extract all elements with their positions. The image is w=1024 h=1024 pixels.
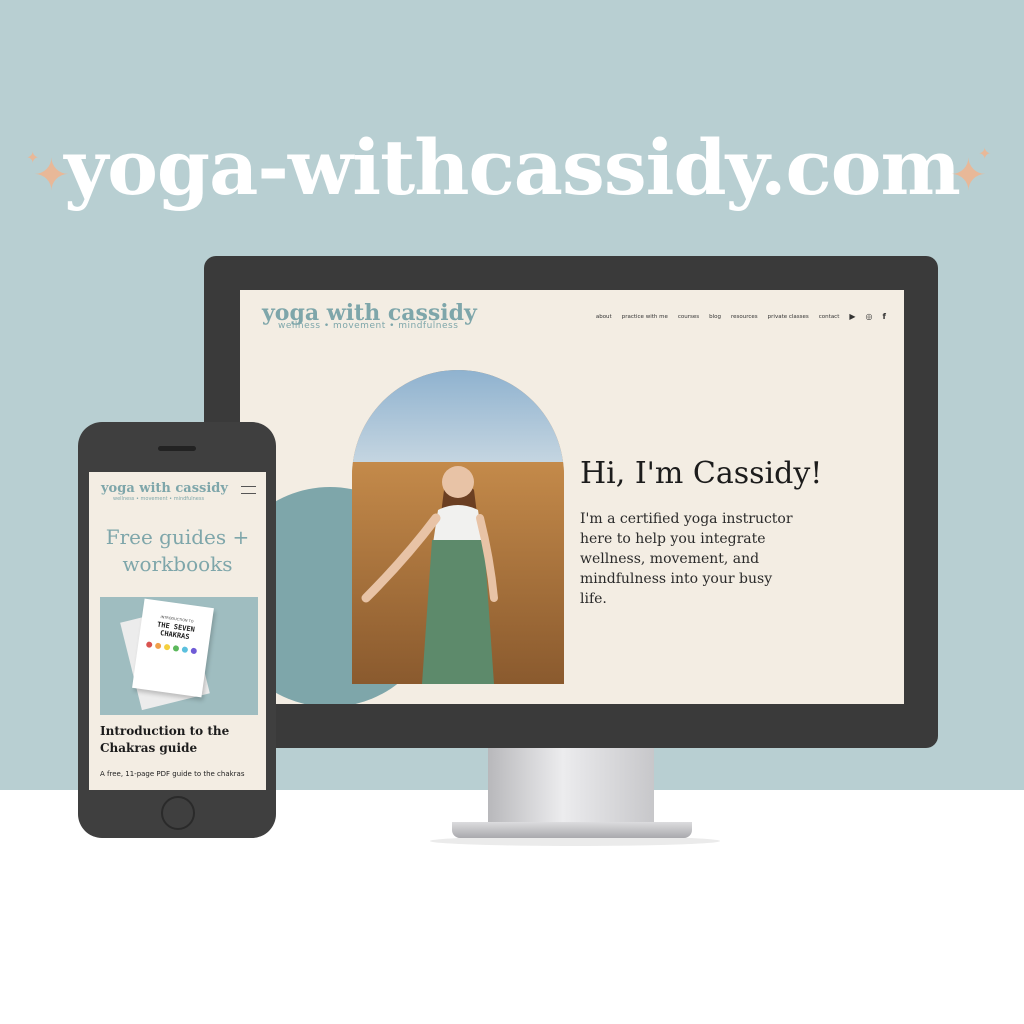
booklet-cover: INTRODUCTION TO THE SEVEN CHAKRAS (132, 598, 214, 698)
phone-home-button (161, 796, 195, 830)
nav-resources[interactable]: resources (731, 314, 758, 320)
site-url-headline: yoga-withcassidy.com (64, 123, 961, 212)
nav-private-classes[interactable]: private classes (768, 314, 809, 320)
nav-contact[interactable]: contact (819, 314, 840, 320)
nav-about[interactable]: about (596, 314, 612, 320)
sparkle-icon: ✦ (978, 144, 992, 163)
monitor-stand (488, 748, 654, 826)
hero-photo (352, 370, 564, 684)
chakra-dots (145, 641, 198, 655)
hamburger-menu-icon[interactable] (241, 486, 256, 494)
mobile-heading: Free guides + workbooks (105, 525, 250, 576)
guide-title[interactable]: Introduction to the Chakras guide (100, 723, 260, 757)
mobile-logo[interactable]: yoga with cassidy (101, 481, 228, 496)
youtube-icon[interactable]: ▶ (849, 312, 855, 321)
nav-practice-with-me[interactable]: practice with me (622, 314, 668, 320)
desktop-nav: about practice with me courses blog reso… (596, 312, 886, 321)
desktop-tagline: wellness • movement • mindfulness (278, 321, 459, 331)
guide-cover-image[interactable]: INTRODUCTION TO THE SEVEN CHAKRAS (100, 597, 258, 715)
phone-speaker (158, 446, 196, 451)
instagram-icon[interactable]: ◎ (866, 312, 873, 321)
guide-description: A free, 11-page PDF guide to the chakras (100, 770, 245, 778)
nav-courses[interactable]: courses (678, 314, 699, 320)
monitor-base (452, 822, 692, 838)
mobile-screen: yoga with cassidy wellness • movement • … (89, 472, 266, 790)
facebook-icon[interactable]: f (883, 312, 886, 321)
hero-title: Hi, I'm Cassidy! (580, 456, 823, 491)
desktop-screen: yoga with cassidy wellness • movement • … (240, 290, 904, 704)
hero-description: I'm a certified yoga instructor here to … (580, 511, 793, 607)
mobile-tagline: wellness • movement • mindfulness (113, 496, 205, 502)
nav-blog[interactable]: blog (709, 314, 721, 320)
